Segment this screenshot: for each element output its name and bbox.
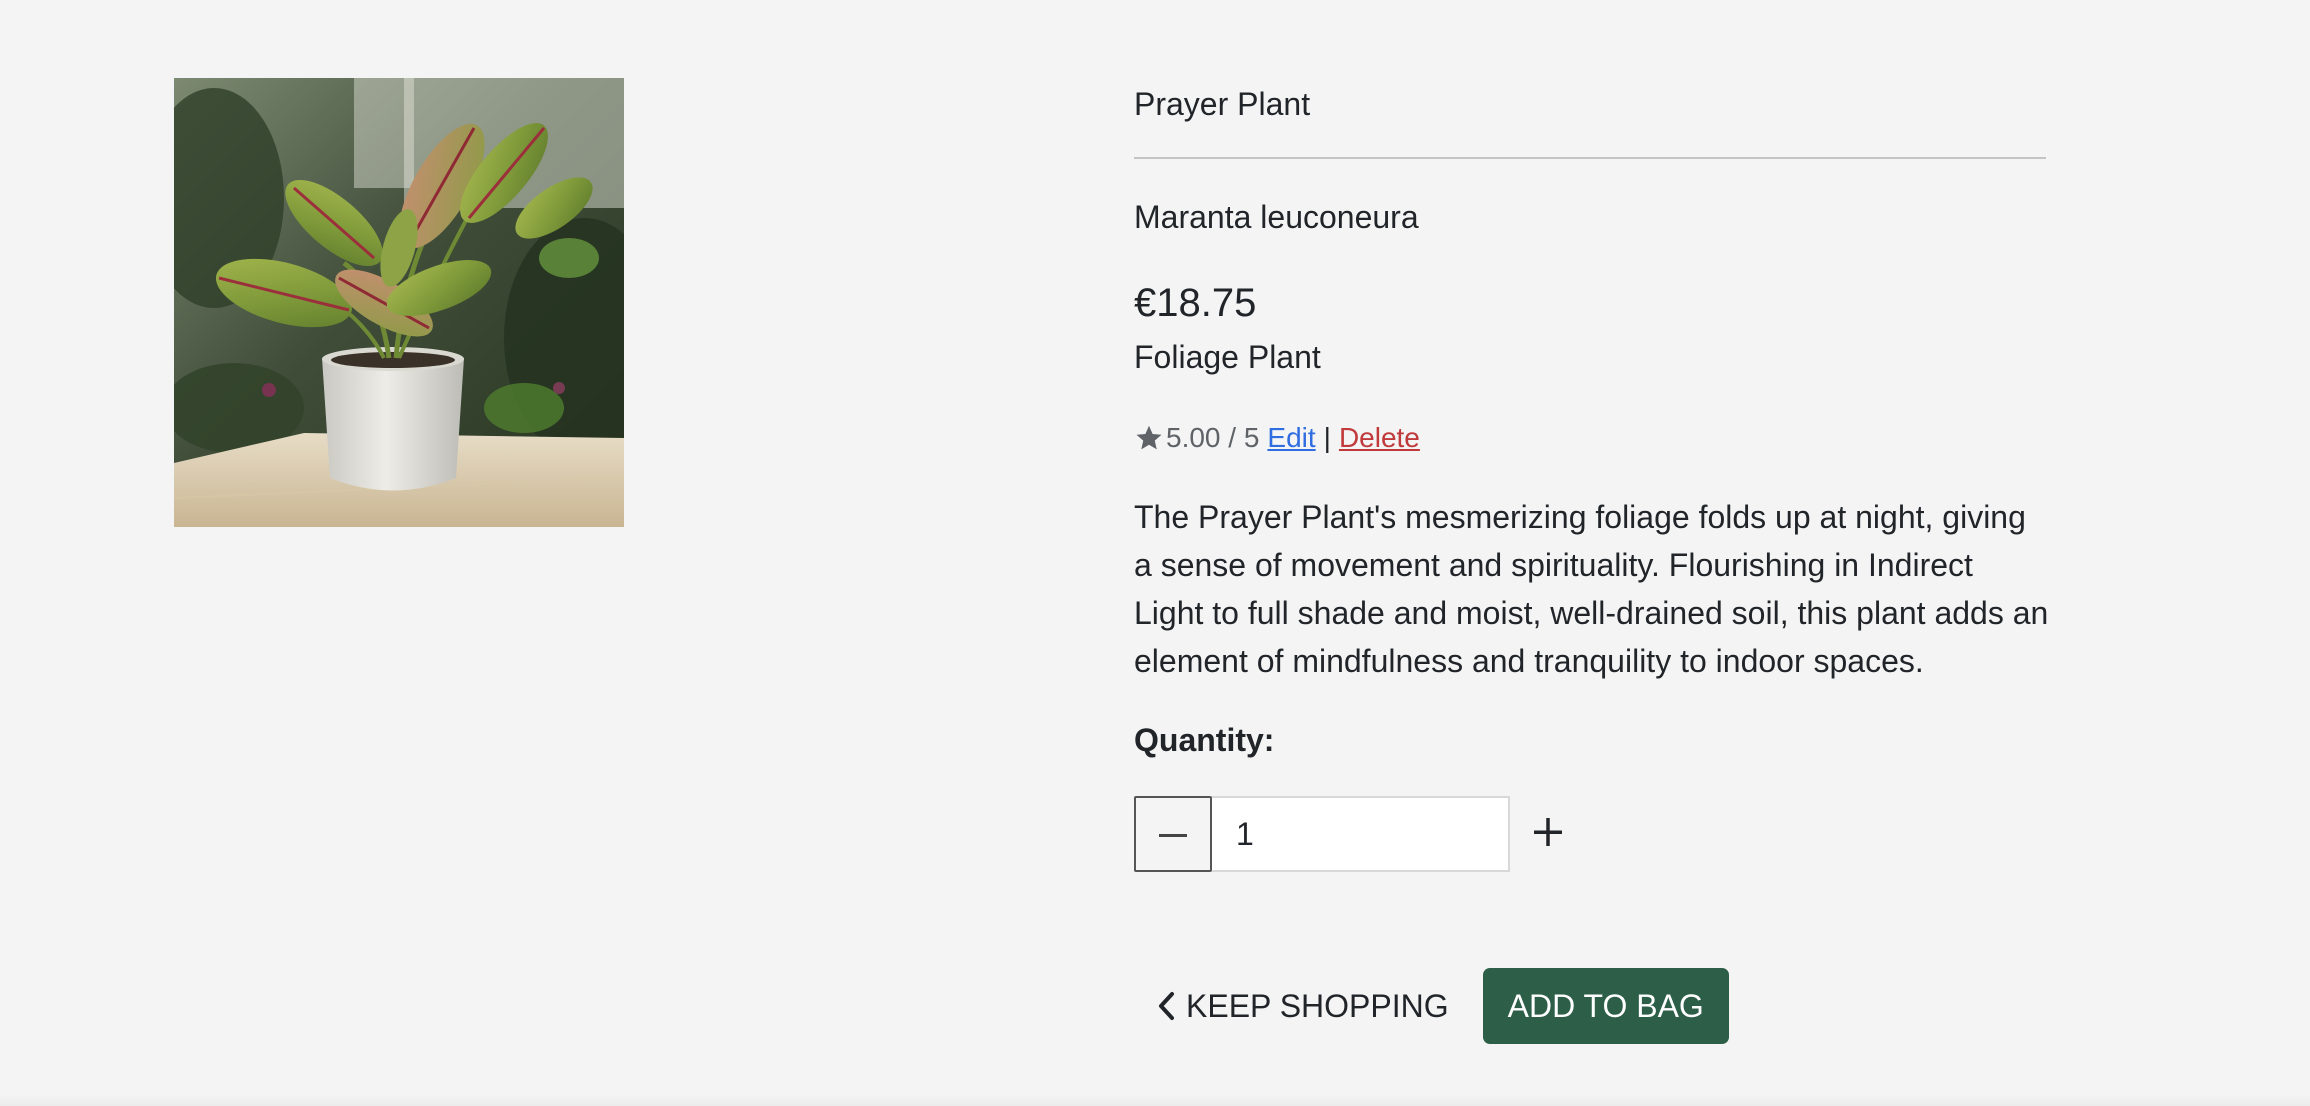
link-separator: |	[1323, 422, 1331, 453]
product-image	[174, 78, 624, 527]
product-category: Foliage Plant	[1134, 339, 1321, 375]
plus-icon	[1534, 817, 1562, 851]
delete-link[interactable]: Delete	[1339, 420, 1420, 456]
decrement-button[interactable]	[1134, 796, 1212, 872]
quantity-stepper	[1134, 796, 1586, 872]
chevron-left-icon	[1156, 991, 1178, 1021]
page-bottom-edge	[0, 1094, 2310, 1106]
add-to-bag-button[interactable]: ADD TO BAG	[1482, 968, 1729, 1044]
rating-row: 5.00 / 5 Edit | Delete	[1134, 420, 1420, 456]
product-price: €18.75	[1134, 281, 1257, 325]
increment-button[interactable]	[1510, 796, 1586, 872]
action-buttons: KEEP SHOPPING ADD TO BAG	[1134, 968, 1729, 1044]
product-description: The Prayer Plant's mesmerizing foliage f…	[1134, 499, 2049, 679]
keep-shopping-button[interactable]: KEEP SHOPPING	[1134, 968, 1469, 1044]
product-title: Prayer Plant	[1134, 86, 1311, 122]
quantity-label: Quantity:	[1134, 722, 1275, 758]
botanical-name: Maranta leuconeura	[1134, 199, 1419, 235]
rating-value: 5.00 / 5	[1166, 422, 1260, 453]
quantity-input[interactable]	[1212, 796, 1510, 872]
title-divider	[1134, 157, 2046, 159]
edit-link[interactable]: Edit	[1267, 420, 1315, 456]
star-icon	[1134, 423, 1164, 453]
keep-shopping-label: KEEP SHOPPING	[1186, 987, 1449, 1024]
minus-icon	[1159, 825, 1187, 843]
